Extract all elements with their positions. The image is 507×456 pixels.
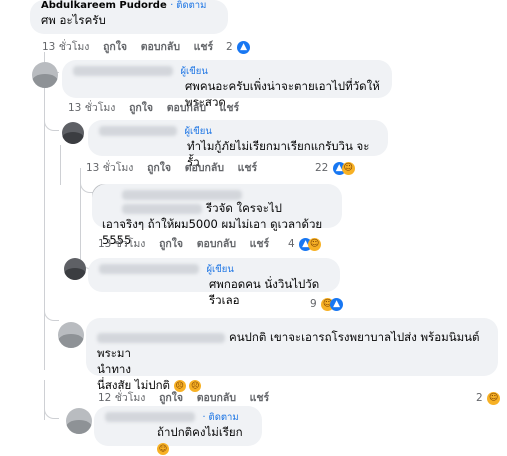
comment-bubble: ผู้เขียน ศพกอดคน นั่งวินไปวัด รีวเลอ bbox=[88, 258, 340, 307]
comment-bubble: ผู้เขียน ทำไมกู้ภัยไม่เรียกมาเรียกแกรับว… bbox=[88, 120, 388, 169]
blurred-text bbox=[122, 203, 202, 214]
like-button[interactable]: ถูกใจ bbox=[159, 392, 183, 404]
follow-link[interactable]: · ติดตาม bbox=[170, 0, 206, 11]
avatar[interactable] bbox=[58, 322, 84, 348]
like-button[interactable]: ถูกใจ bbox=[129, 102, 153, 114]
avatar[interactable] bbox=[32, 62, 58, 88]
comment-text: ถ้าปกติคงไม่เรียก bbox=[157, 425, 243, 439]
comment-text: รีวจัด ใครจะไป bbox=[206, 201, 282, 215]
haha-icon: ☺ bbox=[487, 391, 501, 405]
reaction-summary[interactable]: 4 ▲☺ bbox=[288, 236, 322, 252]
comment-actions: 13 ชั่วโมง ถูกใจ ตอบกลับ แชร์ bbox=[98, 236, 279, 252]
reply-button[interactable]: ตอบกลับ bbox=[167, 102, 206, 114]
author-badge: ผู้เขียน bbox=[180, 66, 208, 77]
reaction-count: 2 bbox=[476, 392, 483, 404]
avatar[interactable] bbox=[64, 258, 86, 280]
like-button[interactable]: ถูกใจ bbox=[103, 41, 127, 53]
comment-actions: 13 ชั่วโมง ถูกใจ ตอบกลับ แชร์ bbox=[86, 160, 267, 176]
comment-time[interactable]: 13 ชั่วโมง bbox=[86, 162, 133, 174]
like-icon: ▲ bbox=[237, 40, 251, 54]
thread-connector bbox=[44, 300, 59, 321]
like-button[interactable]: ถูกใจ bbox=[147, 162, 171, 174]
reaction-count: 4 bbox=[288, 238, 295, 250]
comment-bubble: ผู้เขียน ศพคนอะครับเพิ่งน่าจะตายเอาไปที่… bbox=[62, 60, 392, 109]
blurred-author-name bbox=[105, 412, 195, 422]
comment-bubble: รีวจัด ใครจะไป เอาจริงๆ ถ้าให้ผม5000 ผมไ… bbox=[92, 184, 342, 247]
reaction-summary[interactable]: 2 ☺ bbox=[476, 390, 501, 406]
blurred-author-name bbox=[99, 126, 177, 136]
comment-actions: 13 ชั่วโมง ถูกใจ ตอบกลับ แชร์ bbox=[68, 100, 249, 116]
reaction-count: 2 bbox=[226, 41, 233, 53]
comment-text-line2: นำทาง bbox=[97, 362, 131, 376]
comment-time[interactable]: 13 ชั่วโมง bbox=[98, 238, 145, 250]
comment-actions: 13 ชั่วโมง ถูกใจ ตอบกลับ แชร์ bbox=[42, 39, 223, 55]
thread-line bbox=[60, 145, 61, 185]
author-badge: ผู้เขียน bbox=[206, 264, 234, 275]
haha-icon: ☺ bbox=[308, 237, 322, 251]
avatar[interactable] bbox=[62, 122, 84, 144]
share-button[interactable]: แชร์ bbox=[250, 392, 270, 404]
thread-line bbox=[80, 168, 81, 268]
comment-text: ศพกอดคน นั่งวินไปวัด รีวเลอ bbox=[209, 277, 320, 307]
reaction-count: 9 bbox=[310, 298, 317, 310]
share-button[interactable]: แชร์ bbox=[238, 162, 258, 174]
share-button[interactable]: แชร์ bbox=[250, 238, 270, 250]
comment-bubble: · ติดตาม ถ้าปกติคงไม่เรียก ☺ bbox=[94, 406, 262, 455]
reply-button[interactable]: ตอบกลับ bbox=[185, 162, 224, 174]
share-button[interactable]: แชร์ bbox=[220, 102, 240, 114]
reaction-summary[interactable]: 22 ▲☺ bbox=[315, 160, 355, 176]
reaction-summary[interactable]: 2 ▲ bbox=[226, 39, 251, 55]
comment-bubble: Abdulkareem Pudorde · ติดตาม ศพ อะไรครับ bbox=[30, 0, 228, 34]
share-button[interactable]: แชร์ bbox=[194, 41, 214, 53]
blurred-author-name bbox=[97, 332, 225, 343]
follow-link[interactable]: · ติดตาม bbox=[202, 412, 238, 423]
thread-connector bbox=[44, 398, 59, 419]
reaction-count: 22 bbox=[315, 162, 329, 174]
reply-button[interactable]: ตอบกลับ bbox=[141, 41, 180, 53]
blurred-author-name bbox=[99, 264, 199, 274]
comment-text: ศพ อะไรครับ bbox=[41, 13, 106, 27]
thread-connector bbox=[44, 110, 59, 131]
thread-line bbox=[44, 52, 45, 370]
like-icon: ▲ bbox=[330, 297, 344, 311]
laughing-emoji-icon: ☺ bbox=[157, 442, 169, 455]
comment-actions: 12 ชั่วโมง ถูกใจ ตอบกลับ แชร์ bbox=[98, 390, 279, 406]
comment-bubble: คนปกติ เขาจะเอารถโรงพยาบาลไปส่ง พร้อมนิม… bbox=[86, 318, 498, 392]
comment-time[interactable]: 13 ชั่วโมง bbox=[42, 41, 89, 53]
reply-button[interactable]: ตอบกลับ bbox=[197, 392, 236, 404]
blurred-author-name bbox=[73, 66, 173, 76]
comment-time[interactable]: 13 ชั่วโมง bbox=[68, 102, 115, 114]
like-button[interactable]: ถูกใจ bbox=[159, 238, 183, 250]
haha-icon: ☺ bbox=[341, 161, 355, 175]
avatar[interactable] bbox=[66, 408, 92, 434]
comment-author[interactable]: Abdulkareem Pudorde bbox=[41, 0, 167, 11]
reply-button[interactable]: ตอบกลับ bbox=[197, 238, 236, 250]
blurred-author-name bbox=[122, 190, 242, 200]
comment-time[interactable]: 12 ชั่วโมง bbox=[98, 392, 145, 404]
author-badge: ผู้เขียน bbox=[184, 126, 212, 137]
reaction-summary[interactable]: 9 ☺▲ bbox=[310, 296, 344, 312]
